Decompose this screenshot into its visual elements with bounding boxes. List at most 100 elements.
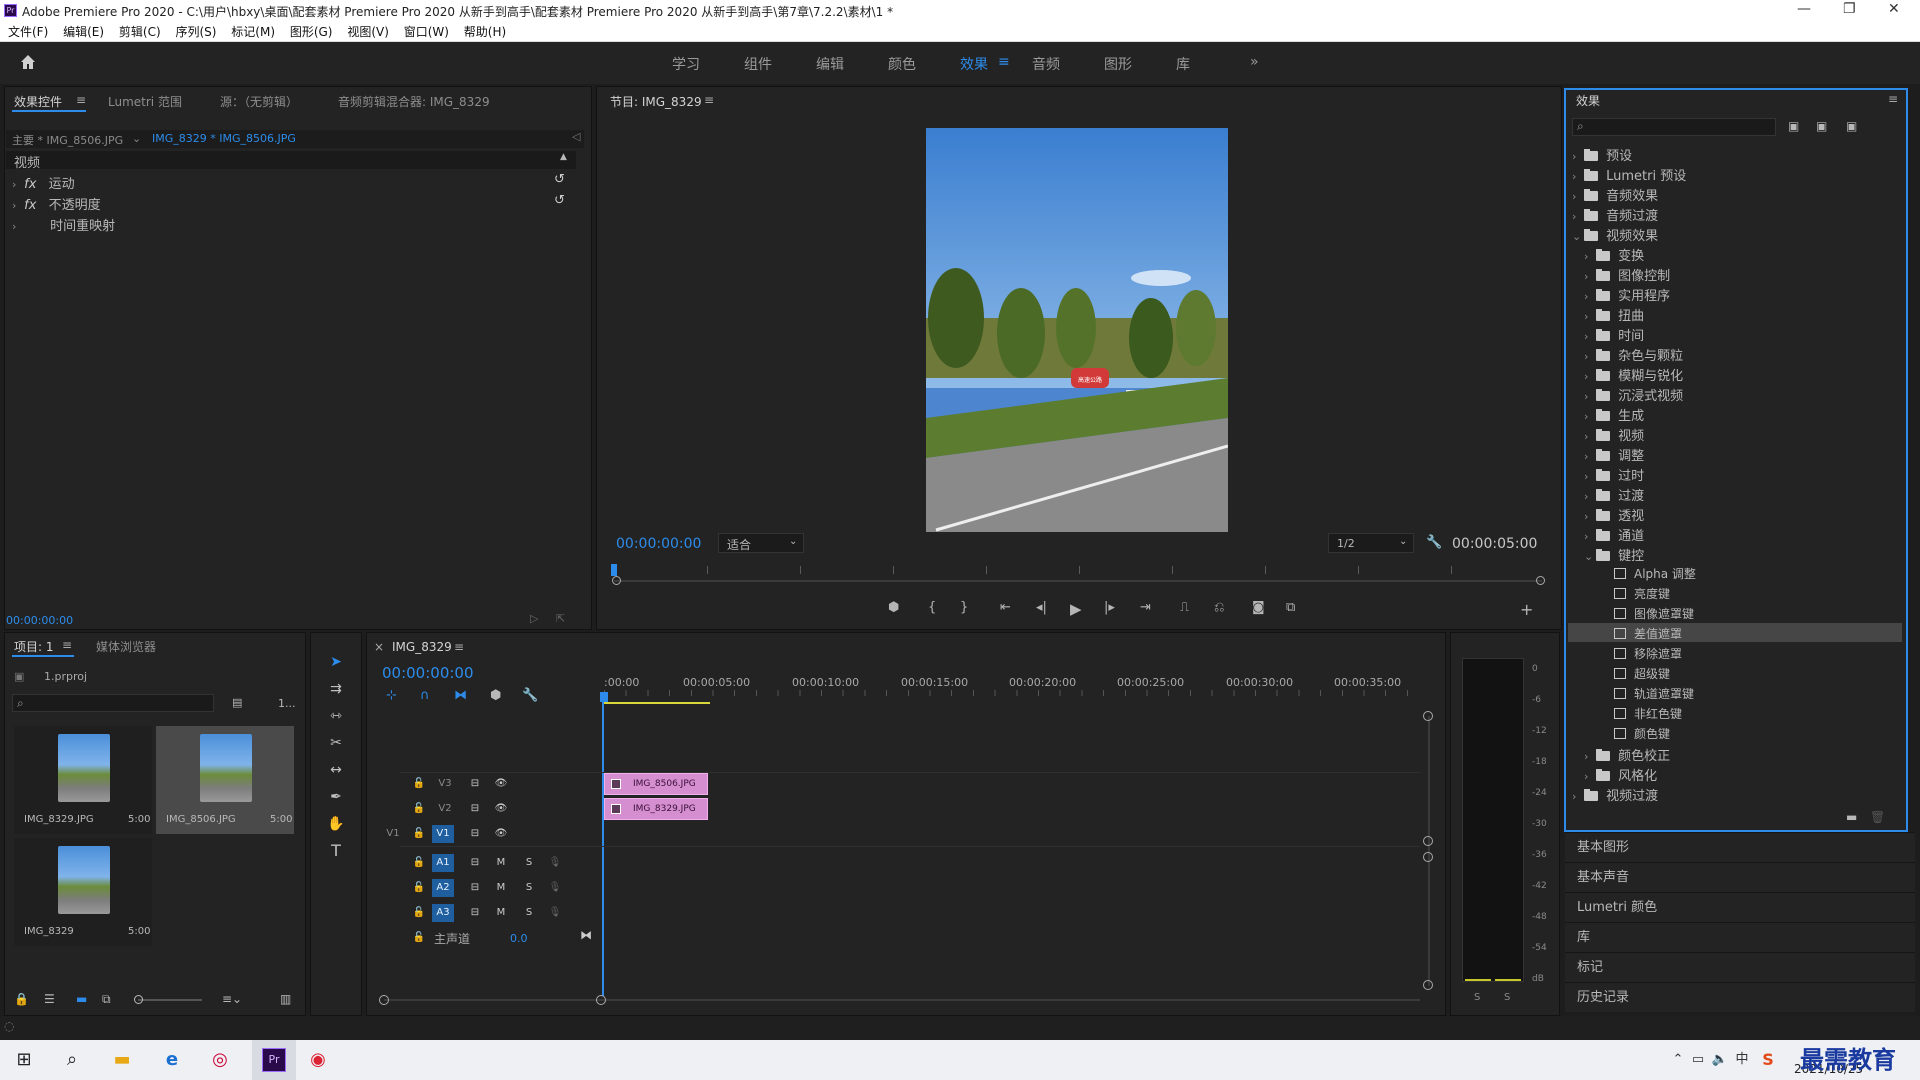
track-select-tool-icon[interactable]: ⇉ — [325, 678, 347, 700]
tab-project[interactable]: 项目: 1 — [14, 638, 54, 655]
fit-dropdown[interactable]: 适合 ⌄ — [718, 533, 804, 553]
effects-subfolder[interactable]: › 过渡 — [1584, 485, 1644, 504]
track-label-a1[interactable]: A1 — [432, 854, 454, 872]
taskbar-active-app[interactable]: Pr — [252, 1040, 296, 1080]
eye-icon[interactable]: 👁 — [490, 800, 512, 818]
track-label-v1[interactable]: V1 — [432, 825, 454, 843]
search-icon[interactable]: ⌕ — [58, 1046, 86, 1074]
effects-panel-title[interactable]: 效果 — [1576, 92, 1600, 109]
effects-subfolder[interactable]: › 生成 — [1584, 405, 1644, 424]
panel-essential-sound[interactable]: 基本声音 — [1565, 862, 1915, 892]
clip-v3[interactable]: IMG_8506.JPG — [604, 773, 708, 795]
panel-menu-icon[interactable]: ≡ — [1888, 92, 1898, 106]
source-patch-v1[interactable]: V1 — [382, 825, 404, 843]
resolution-dropdown[interactable]: 1/2 ⌄ — [1328, 533, 1414, 553]
scroll-up-icon[interactable]: ▲ — [560, 152, 567, 162]
effect-item[interactable]: 超级键 — [1614, 665, 1670, 682]
expand-icon[interactable]: › — [1584, 410, 1592, 423]
scroll-handle[interactable] — [1423, 852, 1433, 862]
add-button-icon[interactable]: + — [1520, 600, 1533, 619]
tab-source[interactable]: 源：（无剪辑） — [220, 93, 298, 110]
sync-lock-icon[interactable]: ⊟ — [464, 775, 486, 793]
wrench-icon[interactable]: 🔧 — [1426, 535, 1442, 550]
expand-icon[interactable]: › — [12, 199, 20, 212]
more-workspaces-icon[interactable]: » — [1250, 54, 1259, 70]
expand-icon[interactable]: › — [1584, 330, 1592, 343]
solo-right-button[interactable]: S — [1504, 992, 1510, 1003]
expand-icon[interactable]: › — [1584, 390, 1592, 403]
step-forward-icon[interactable]: |▸ — [1104, 600, 1115, 615]
expand-icon[interactable]: › — [12, 220, 20, 233]
edge-browser-icon[interactable]: e — [158, 1046, 186, 1074]
panel-markers[interactable]: 标记 — [1565, 952, 1915, 982]
expand-icon[interactable]: › — [12, 178, 20, 191]
zoom-handle-right[interactable] — [1536, 576, 1545, 585]
scroll-handle[interactable] — [1423, 711, 1433, 721]
type-tool-icon[interactable]: T — [325, 840, 347, 862]
play-audio-icon[interactable]: ▷ — [530, 612, 538, 625]
workspace-menu-icon[interactable]: ≡ — [998, 54, 1010, 70]
minimize-icon[interactable]: — — [1797, 1, 1811, 17]
automate-icon[interactable]: ▥ — [280, 992, 291, 1006]
icon-view-icon[interactable]: ▬ — [76, 992, 87, 1006]
master-volume-value[interactable]: 0.0 — [510, 932, 528, 945]
mute-button[interactable]: M — [490, 879, 512, 897]
zoom-slider[interactable] — [138, 999, 202, 1001]
effect-item[interactable]: 图像遮罩键 — [1614, 605, 1694, 622]
effects-subfolder[interactable]: › 图像控制 — [1584, 265, 1670, 284]
mute-button[interactable]: M — [490, 854, 512, 872]
expand-icon[interactable]: › — [1584, 450, 1592, 463]
eye-icon[interactable]: 👁 — [490, 775, 512, 793]
new-bin-icon[interactable]: ▤ — [232, 696, 242, 709]
panel-history[interactable]: 历史记录 — [1565, 982, 1915, 1012]
lock-icon[interactable]: 🔓 — [408, 854, 430, 872]
effect-item[interactable]: 非红色键 — [1614, 705, 1682, 722]
effects-subfolder[interactable]: › 颜色校正 — [1584, 745, 1670, 764]
32bit-effects-icon[interactable]: ▣ — [1816, 119, 1827, 133]
effect-row-time-remap[interactable]: › 时间重映射 — [12, 215, 115, 234]
windows-start-icon[interactable]: ⊞ — [10, 1046, 38, 1074]
menu-view[interactable]: 视图(V) — [347, 22, 389, 42]
expand-icon[interactable]: › — [1584, 470, 1592, 483]
mark-out-icon[interactable]: } — [960, 600, 968, 615]
go-to-end-icon[interactable]: ⧓ — [580, 928, 592, 942]
reset-icon[interactable]: ↺ — [554, 172, 565, 187]
step-back-icon[interactable]: ◂| — [1036, 600, 1047, 615]
solo-button[interactable]: S — [518, 904, 540, 922]
expand-icon[interactable]: › — [1572, 210, 1580, 223]
linked-selection-icon[interactable]: ⧓ — [454, 688, 467, 703]
lock-icon[interactable]: 🔓 — [408, 904, 430, 922]
effects-subfolder-keying[interactable]: ⌄ 键控 — [1584, 545, 1644, 564]
menu-help[interactable]: 帮助(H) — [464, 22, 506, 42]
workspace-assembly[interactable]: 组件 — [744, 54, 772, 74]
effect-item[interactable]: 移除遮罩 — [1614, 645, 1682, 662]
effects-subfolder[interactable]: › 杂色与颗粒 — [1584, 345, 1683, 364]
panel-essential-graphics[interactable]: 基本图形 — [1565, 832, 1915, 862]
effects-subfolder[interactable]: › 沉浸式视频 — [1584, 385, 1683, 404]
audio-meter[interactable] — [1462, 658, 1524, 982]
expand-icon[interactable]: › — [1584, 290, 1592, 303]
snap-icon[interactable]: ∩ — [420, 688, 430, 703]
horizontal-scrollbar[interactable] — [384, 999, 1420, 1001]
expand-icon[interactable]: › — [1584, 310, 1592, 323]
extract-icon[interactable]: ⎌ — [1214, 600, 1224, 615]
track-label-a3[interactable]: A3 — [432, 904, 454, 922]
close-tab-icon[interactable]: × — [374, 640, 384, 654]
workspace-learn[interactable]: 学习 — [672, 54, 700, 74]
expand-icon[interactable]: › — [1584, 430, 1592, 443]
effects-folder-lumetri-presets[interactable]: › Lumetri 预设 — [1572, 165, 1686, 184]
timeline-timecode[interactable]: 00:00:00:00 — [382, 664, 474, 682]
vertical-scrollbar[interactable] — [1428, 716, 1430, 986]
effects-folder-video-effects[interactable]: ⌄ 视频效果 — [1572, 225, 1658, 244]
tab-effect-controls[interactable]: 效果控件 — [14, 93, 62, 110]
workspace-graphics[interactable]: 图形 — [1104, 54, 1132, 74]
effects-subfolder[interactable]: › 过时 — [1584, 465, 1644, 484]
list-view-icon[interactable]: ☰ — [44, 992, 55, 1006]
effect-item[interactable]: 亮度键 — [1614, 585, 1670, 602]
workspace-effects[interactable]: 效果 — [960, 54, 988, 74]
solo-left-button[interactable]: S — [1474, 992, 1480, 1003]
effects-subfolder[interactable]: › 实用程序 — [1584, 285, 1670, 304]
hand-tool-icon[interactable]: ✋ — [325, 813, 347, 835]
ripple-edit-tool-icon[interactable]: ⇿ — [325, 705, 347, 727]
effect-item[interactable]: 轨道遮罩键 — [1614, 685, 1694, 702]
